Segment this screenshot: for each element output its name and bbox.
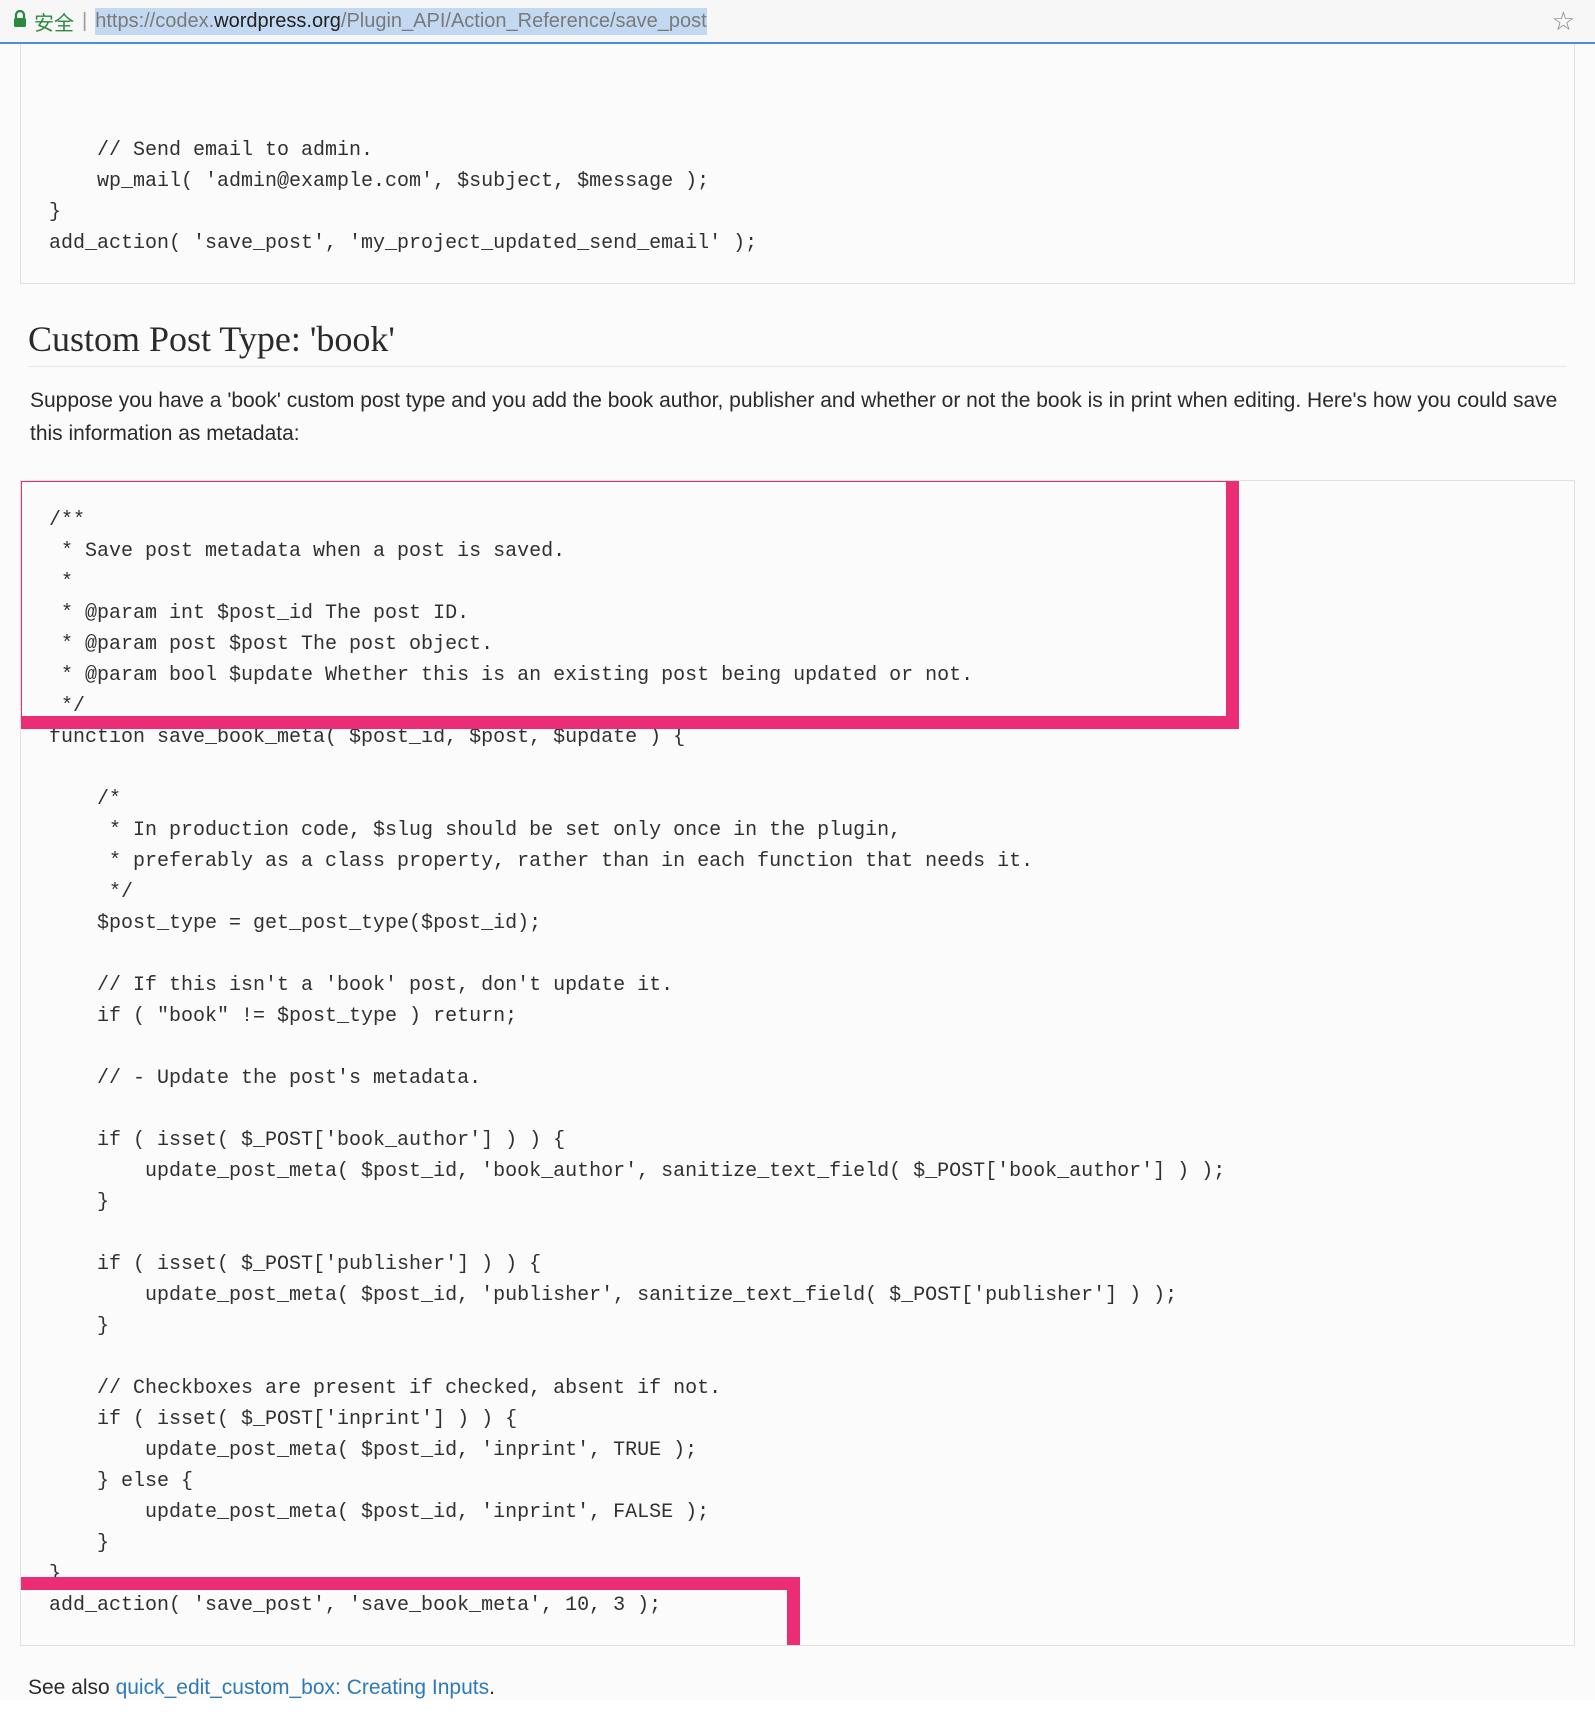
url-subdomain: codex. [155,10,214,32]
section-heading: Custom Post Type: 'book' [28,318,1567,367]
code-block-main[interactable]: /** * Save post metadata when a post is … [20,480,1575,1646]
url-scheme: https:// [95,10,155,32]
see-also-link[interactable]: quick_edit_custom_box: Creating Inputs [116,1676,490,1699]
browser-address-bar[interactable]: 安全 | https://codex.wordpress.org/Plugin_… [0,0,1595,44]
secure-label: 安全 [34,7,74,36]
url-domain: wordpress.org [214,10,341,32]
bookmark-star-icon[interactable]: ☆ [1552,6,1575,37]
url-input[interactable]: https://codex.wordpress.org/Plugin_API/A… [95,8,1551,35]
url-separator: | [82,10,87,33]
url-path: /Plugin_API/Action_Reference/save_post [341,10,707,32]
section-paragraph: Suppose you have a 'book' custom post ty… [30,385,1565,450]
see-also-line: See also quick_edit_custom_box: Creating… [28,1676,1567,1700]
page-content: // Send email to admin. wp_mail( 'admin@… [0,44,1595,1700]
see-also-prefix: See also [28,1676,116,1699]
code-block-top[interactable]: // Send email to admin. wp_mail( 'admin@… [20,44,1575,284]
see-also-suffix: . [489,1676,495,1699]
lock-icon [12,10,28,33]
code-text: /** * Save post metadata when a post is … [49,509,1225,1617]
